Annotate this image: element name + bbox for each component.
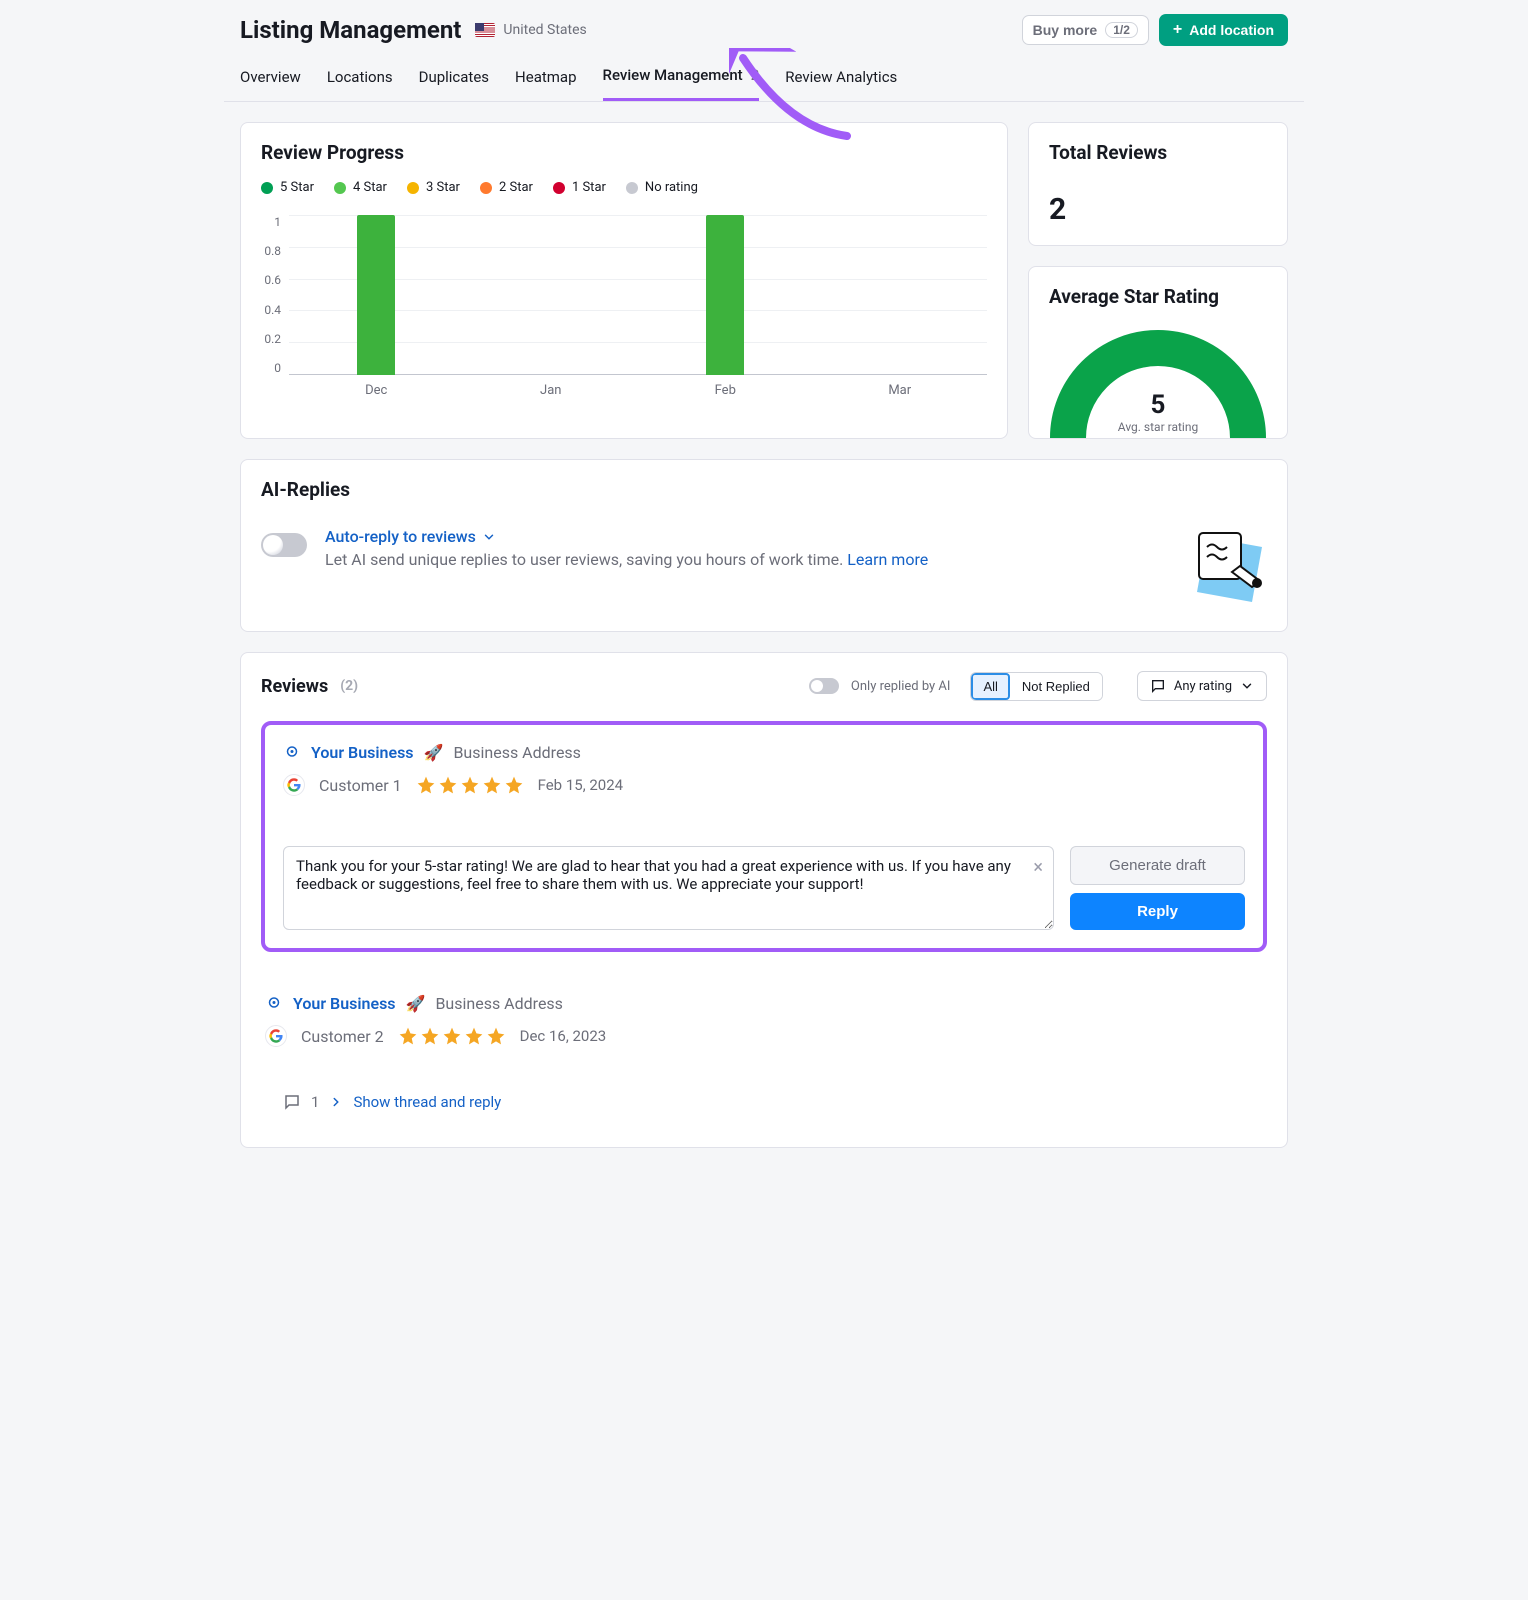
avg-rating-title: Average Star Rating [1039, 285, 1277, 308]
chevron-right-icon [329, 1095, 343, 1109]
star-rating [398, 1026, 506, 1046]
tab-locations[interactable]: Locations [327, 56, 393, 101]
review-progress-card: Review Progress 5 Star 4 Star 3 Star 2 S… [240, 122, 1008, 439]
seg-not-replied-button[interactable]: Not Replied [1010, 673, 1102, 700]
legend-3star[interactable]: 3 Star [407, 180, 460, 195]
avg-rating-subtitle: Avg. star rating [1048, 420, 1268, 434]
business-address: Business Address [453, 743, 581, 762]
thread-count: 1 [311, 1093, 319, 1111]
comment-icon [1150, 678, 1166, 694]
review-item-1: Your Business 🚀 Business Address Custome… [261, 721, 1267, 952]
pin-icon [283, 744, 301, 762]
tab-review-management[interactable]: Review Management 2 [603, 56, 760, 101]
avg-rating-value: 5 [1048, 390, 1268, 420]
business-link[interactable]: Your Business [311, 743, 414, 762]
legend-5star[interactable]: 5 Star [261, 180, 314, 195]
customer-name: Customer 1 [319, 776, 402, 795]
star-icon [464, 1026, 484, 1046]
business-link[interactable]: Your Business [293, 994, 396, 1013]
chevron-down-icon [482, 530, 496, 544]
tab-heatmap[interactable]: Heatmap [515, 56, 576, 101]
only-ai-toggle[interactable] [809, 678, 839, 694]
legend-4star[interactable]: 4 Star [334, 180, 387, 195]
tab-review-analytics[interactable]: Review Analytics [785, 56, 897, 101]
tab-overview[interactable]: Overview [240, 56, 301, 101]
buy-more-count: 1/2 [1105, 22, 1138, 38]
ai-illustration-icon [1177, 527, 1267, 607]
star-rating [416, 775, 524, 795]
flag-icon [475, 23, 495, 37]
auto-reply-toggle[interactable] [261, 533, 307, 557]
buy-more-button[interactable]: Buy more 1/2 [1022, 15, 1149, 45]
auto-reply-desc: Let AI send unique replies to user revie… [325, 550, 1159, 569]
add-location-label: Add location [1189, 22, 1274, 38]
total-reviews-value: 2 [1049, 192, 1267, 227]
review-chart: 1 0.8 0.6 0.4 0.2 0 Dec Jan Feb Mar [261, 215, 987, 415]
learn-more-link[interactable]: Learn more [847, 550, 928, 569]
legend-2star[interactable]: 2 Star [480, 180, 533, 195]
show-thread-link[interactable]: 1 Show thread and reply [265, 1093, 1263, 1111]
pin-icon [265, 995, 283, 1013]
chevron-down-icon [1240, 679, 1254, 693]
buy-more-label: Buy more [1033, 22, 1098, 38]
clear-reply-icon[interactable]: × [1033, 857, 1043, 878]
customer-name: Customer 2 [301, 1027, 384, 1046]
star-icon [416, 775, 436, 795]
tabs: Overview Locations Duplicates Heatmap Re… [224, 56, 1304, 102]
reply-button[interactable]: Reply [1070, 893, 1245, 930]
legend-norating[interactable]: No rating [626, 180, 698, 195]
reviews-card: Reviews (2) Only replied by AI All Not R… [240, 652, 1288, 1148]
bar[interactable] [706, 215, 744, 375]
rocket-icon: 🚀 [424, 743, 444, 762]
country-label: United States [503, 22, 586, 38]
avg-rating-card: Average Star Rating 5 Avg. star rating [1028, 266, 1288, 439]
review-date: Dec 16, 2023 [520, 1027, 607, 1045]
comment-icon [283, 1093, 301, 1111]
star-icon [504, 775, 524, 795]
review-date: Feb 15, 2024 [538, 776, 624, 794]
reply-textarea[interactable]: Thank you for your 5-star rating! We are… [283, 846, 1054, 930]
business-address: Business Address [435, 994, 563, 1013]
add-location-button[interactable]: + Add location [1159, 14, 1288, 46]
reply-filter-segment: All Not Replied [970, 672, 1102, 701]
ai-replies-title: AI-Replies [261, 478, 1267, 501]
star-icon [438, 775, 458, 795]
rating-filter-dropdown[interactable]: Any rating [1137, 671, 1267, 701]
google-icon [265, 1025, 287, 1047]
tab-duplicates[interactable]: Duplicates [419, 56, 489, 101]
star-icon [442, 1026, 462, 1046]
google-icon [283, 774, 305, 796]
rocket-icon: 🚀 [406, 994, 426, 1013]
total-reviews-title: Total Reviews [1049, 141, 1267, 164]
star-icon [420, 1026, 440, 1046]
star-icon [398, 1026, 418, 1046]
star-icon [486, 1026, 506, 1046]
bar[interactable] [357, 215, 395, 375]
auto-reply-link[interactable]: Auto-reply to reviews [325, 527, 496, 546]
ai-replies-card: AI-Replies Auto-reply to reviews Let AI … [240, 459, 1288, 632]
generate-draft-button[interactable]: Generate draft [1070, 846, 1245, 885]
only-ai-label: Only replied by AI [851, 679, 951, 694]
seg-all-button[interactable]: All [971, 673, 1009, 700]
star-icon [482, 775, 502, 795]
review-item-2: Your Business 🚀 Business Address Custome… [261, 976, 1267, 1129]
legend-1star[interactable]: 1 Star [553, 180, 606, 195]
review-progress-title: Review Progress [261, 141, 987, 164]
chart-legend: 5 Star 4 Star 3 Star 2 Star 1 Star No ra… [261, 180, 987, 195]
page-title: Listing Management [240, 16, 461, 44]
reviews-count: (2) [340, 678, 358, 694]
tab-badge: 2 [751, 66, 760, 84]
reviews-title: Reviews [261, 676, 328, 697]
star-icon [460, 775, 480, 795]
total-reviews-card: Total Reviews 2 [1028, 122, 1288, 246]
